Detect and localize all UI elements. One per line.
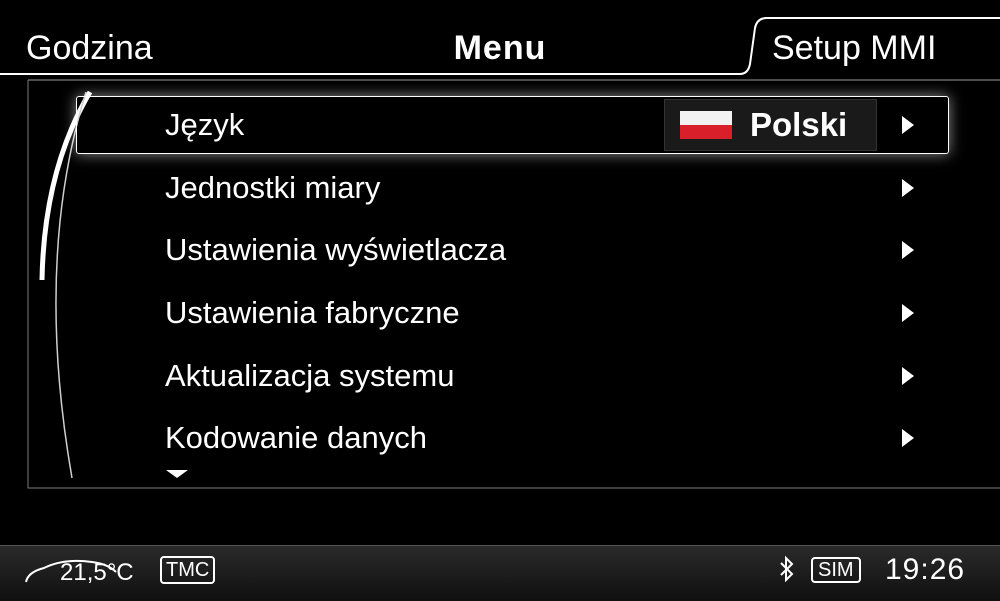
menu-item-ustawienia-wyswietlacza[interactable]: Ustawienia wyświetlacza: [165, 221, 925, 279]
bluetooth-icon: [780, 556, 794, 582]
outside-temperature: 21,5°C: [60, 559, 134, 586]
scroll-down-icon: [166, 470, 188, 478]
menu-item-aktualizacja-systemu[interactable]: Aktualizacja systemu: [165, 347, 925, 405]
menu-item-jezyk[interactable]: Język: [165, 96, 925, 154]
clock: 19:26: [885, 553, 966, 586]
chevron-right-icon: [902, 304, 914, 322]
chevron-right-icon: [902, 116, 914, 134]
menu-item-jednostki-miary[interactable]: Jednostki miary: [165, 159, 925, 217]
menu-item-kodowanie-danych[interactable]: Kodowanie danych: [165, 409, 925, 467]
tab-setup-mmi[interactable]: Setup MMI: [772, 26, 936, 70]
chevron-right-icon: [902, 241, 914, 259]
tmc-badge: TMC: [160, 556, 216, 584]
chevron-right-icon: [902, 179, 914, 197]
chevron-right-icon: [902, 367, 914, 385]
sim-badge: SIM: [811, 557, 861, 583]
tab-godzina[interactable]: Godzina: [26, 26, 153, 70]
chevron-right-icon: [902, 429, 914, 447]
tab-bar: Menu Godzina Setup MMI: [0, 0, 1000, 78]
menu-item-ustawienia-fabryczne[interactable]: Ustawienia fabryczne: [165, 284, 925, 342]
